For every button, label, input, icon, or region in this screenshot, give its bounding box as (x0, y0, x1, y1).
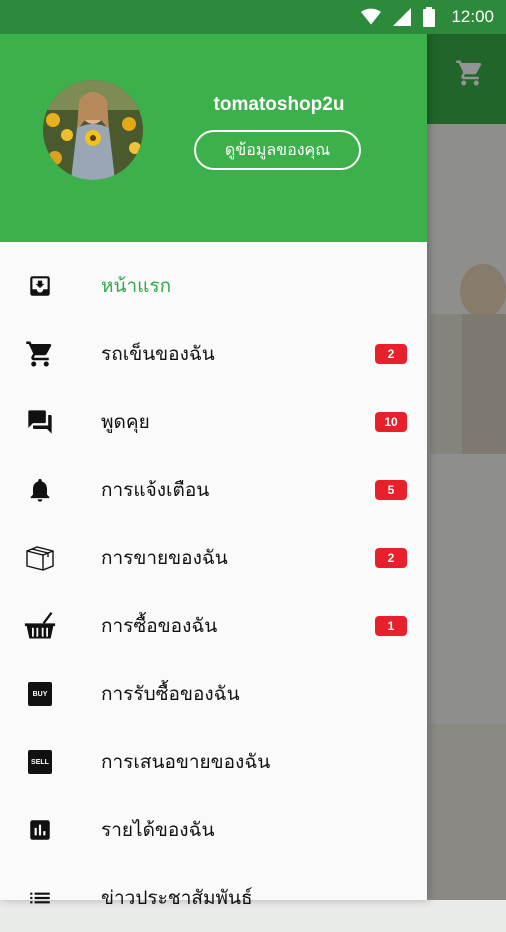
notification-count-badge: 5 (375, 480, 407, 500)
menu-item-chat[interactable]: พูดคุย 10 (0, 388, 427, 456)
menu-item-my-purchases[interactable]: การซื้อของฉัน 1 (0, 592, 427, 660)
menu-item-buy-requests[interactable]: BUY การรับซื้อของฉัน (0, 660, 427, 728)
purchase-count-badge: 1 (375, 616, 407, 636)
cart-icon (24, 338, 56, 370)
menu-item-label: พูดคุย (101, 411, 150, 433)
view-profile-button[interactable]: ดูข้อมูลของคุณ (194, 130, 361, 170)
menu-item-label: ข่าวประชาสัมพันธ์ (101, 887, 253, 909)
battery-icon (423, 7, 436, 27)
bell-icon (24, 474, 56, 506)
avatar[interactable] (43, 80, 143, 180)
menu-item-label: การซื้อของฉัน (101, 615, 218, 637)
menu-item-my-sales[interactable]: การขายของฉัน 2 (0, 524, 427, 592)
drawer-header: tomatoshop2u ดูข้อมูลของคุณ (0, 34, 427, 242)
cart-count-badge: 2 (375, 344, 407, 364)
menu-item-label: รถเข็นของฉัน (101, 343, 215, 365)
menu-item-label: หน้าแรก (101, 275, 172, 297)
drawer-menu: หน้าแรก รถเข็นของฉัน 2 พูดคุย 10 การแจ้ง… (0, 252, 427, 932)
bar-chart-icon (24, 814, 56, 846)
menu-item-label: การขายของฉัน (101, 547, 228, 569)
menu-item-news[interactable]: ข่าวประชาสัมพันธ์ (0, 864, 427, 932)
basket-icon (24, 610, 56, 642)
chat-count-badge: 10 (375, 412, 407, 432)
username: tomatoshop2u (213, 94, 345, 115)
menu-item-cart[interactable]: รถเข็นของฉัน 2 (0, 320, 427, 388)
menu-item-label: การเสนอขายของฉัน (101, 751, 271, 773)
status-bar: 12:00 (0, 0, 506, 34)
menu-item-home[interactable]: หน้าแรก (0, 252, 427, 320)
signal-icon (393, 8, 412, 26)
status-time: 12:00 (451, 7, 494, 26)
menu-item-income[interactable]: รายได้ของฉัน (0, 796, 427, 864)
menu-item-label: การรับซื้อของฉัน (101, 683, 240, 705)
box-icon (24, 542, 56, 574)
list-icon (24, 882, 56, 914)
home-download-icon (24, 270, 56, 302)
sales-count-badge: 2 (375, 548, 407, 568)
navigation-drawer: tomatoshop2u ดูข้อมูลของคุณ หน้าแรก รถเข… (0, 34, 427, 909)
menu-item-sell-offers[interactable]: SELL การเสนอขายของฉัน (0, 728, 427, 796)
buy-tag-icon: BUY (28, 682, 52, 706)
wifi-icon (361, 8, 382, 25)
menu-item-label: การแจ้งเตือน (101, 479, 210, 501)
menu-item-label: รายได้ของฉัน (101, 819, 215, 841)
chat-icon (24, 406, 56, 438)
sell-tag-icon: SELL (28, 750, 52, 774)
menu-item-notifications[interactable]: การแจ้งเตือน 5 (0, 456, 427, 524)
